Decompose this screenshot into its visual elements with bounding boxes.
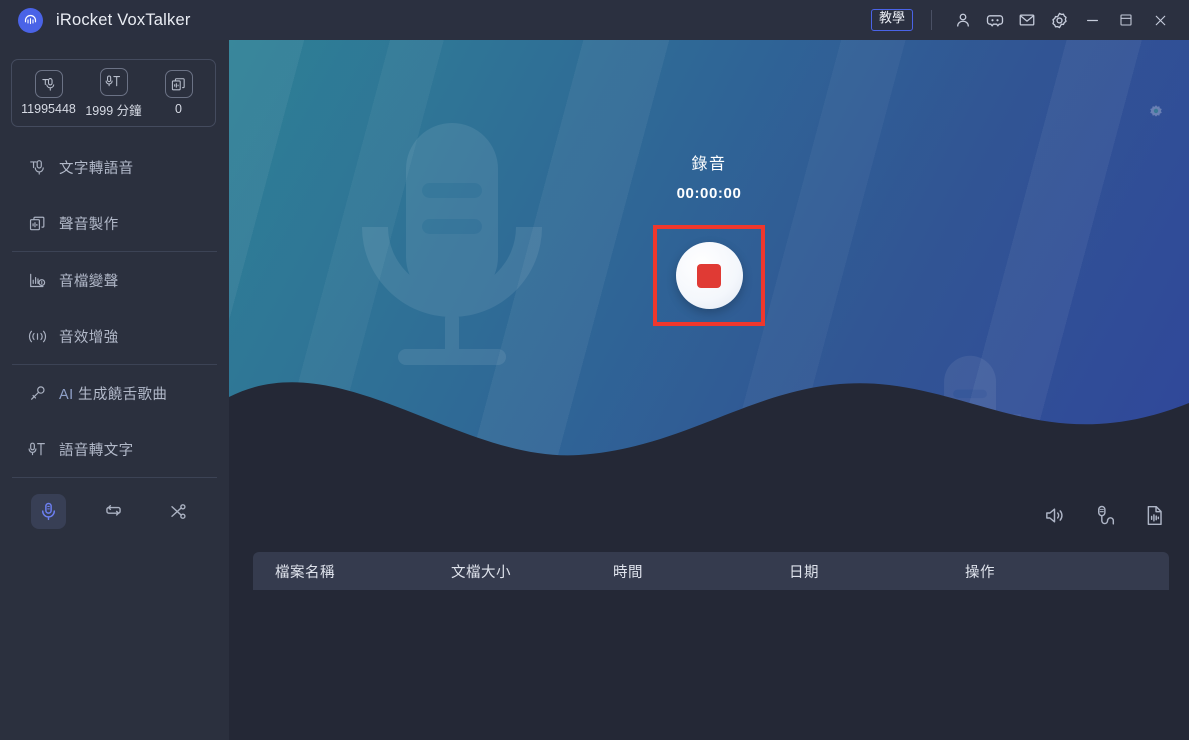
ai-badge-label: AI (59, 386, 74, 403)
gear-icon[interactable] (1043, 4, 1075, 36)
app-logo (17, 7, 43, 33)
audio-enhance-icon (27, 326, 47, 346)
record-stop-button[interactable] (675, 242, 743, 309)
sidebar-item-audio-enhance[interactable]: 音效增強 (0, 308, 229, 364)
recording-hero: 錄音 00:00:00 (229, 40, 1189, 465)
speech-to-text-icon (27, 439, 47, 459)
ai-rap-icon (27, 383, 47, 403)
title-bar: iRocket VoxTalker 教學 (0, 0, 1189, 40)
sidebar-item-label: 語音轉文字 (59, 442, 134, 459)
discord-icon[interactable] (979, 4, 1011, 36)
sidebar-menu: 文字轉語音 聲音製作 音檔變聲 音效增強 AI 生成饒舌歌曲 語音轉文字 (0, 139, 229, 478)
loop-repeat-icon[interactable] (96, 494, 131, 529)
column-header-actions: 操作 (965, 564, 995, 581)
record-panel: 錄音 00:00:00 (229, 40, 1189, 465)
title-bar-divider (931, 10, 932, 30)
sidebar: 11995448 1999 分鐘 0 文字轉語音 聲音製作 音檔變聲 音效增強 … (0, 40, 229, 740)
sidebar-item-label: 音效增強 (59, 329, 119, 346)
sidebar-item-label: AI 生成饒舌歌曲 (59, 383, 167, 404)
credit-value: 11995448 (21, 102, 76, 116)
title-bar-actions: 教學 (870, 3, 1189, 37)
list-tool-bar (1041, 502, 1167, 528)
microphone-input-icon[interactable] (1091, 502, 1117, 528)
table-header-row: 檔案名稱 文檔大小 時間 日期 操作 (253, 552, 1169, 590)
sidebar-item-audio-voice-changer[interactable]: 音檔變聲 (0, 252, 229, 308)
speech-to-text-credit-icon (99, 67, 128, 96)
sidebar-item-speech-to-text[interactable]: 語音轉文字 (0, 421, 229, 477)
record-button-highlight (653, 225, 765, 326)
application-window: iRocket VoxTalker 教學 11995448 1999 分鐘 0 … (0, 0, 1189, 740)
table-body (253, 590, 1169, 630)
speaker-volume-icon[interactable] (1041, 502, 1067, 528)
record-title: 錄音 (691, 156, 727, 173)
tutorial-button[interactable]: 教學 (870, 9, 913, 31)
mail-icon[interactable] (1011, 4, 1043, 36)
sidebar-item-label: 文字轉語音 (59, 160, 134, 177)
app-title: iRocket VoxTalker (56, 10, 191, 29)
sidebar-tool-bar (0, 478, 229, 529)
column-header-filesize[interactable]: 文檔大小 (451, 561, 613, 582)
column-header-filename[interactable]: 檔案名稱 (275, 561, 451, 582)
credit-voice-clone[interactable]: 0 (146, 70, 211, 116)
window-body: 11995448 1999 分鐘 0 文字轉語音 聲音製作 音檔變聲 音效增強 … (0, 40, 1189, 740)
column-header-date[interactable]: 日期 (789, 561, 965, 582)
stop-square-icon (697, 263, 721, 288)
record-timer: 00:00:00 (676, 185, 742, 202)
credit-value: 1999 分鐘 (85, 103, 142, 118)
credit-speech-to-text[interactable]: 1999 分鐘 (81, 67, 146, 119)
sidebar-item-text-to-speech[interactable]: 文字轉語音 (0, 139, 229, 195)
microphone-record-icon[interactable] (31, 494, 66, 529)
sidebar-item-voice-studio[interactable]: 聲音製作 (0, 195, 229, 251)
voice-studio-icon (27, 213, 47, 233)
sidebar-item-label: 音檔變聲 (59, 273, 119, 290)
maximize-icon[interactable] (1109, 3, 1143, 37)
voice-clone-credit-icon (164, 70, 193, 98)
text-to-speech-credit-icon (34, 70, 63, 98)
main-content: 錄音 00:00:00 檔案名稱 文檔大小 時間 日期 操作 (229, 40, 1189, 740)
credit-value: 0 (175, 102, 182, 116)
text-to-speech-icon (27, 157, 47, 177)
credit-text-to-speech[interactable]: 11995448 (16, 70, 81, 116)
close-icon[interactable] (1143, 3, 1177, 37)
user-icon[interactable] (947, 4, 979, 36)
sidebar-item-text: 生成饒舌歌曲 (77, 386, 168, 403)
audio-voice-changer-icon (27, 270, 47, 290)
sidebar-item-label: 聲音製作 (59, 216, 119, 233)
headphone-waveform-icon (17, 7, 43, 33)
recordings-table: 檔案名稱 文檔大小 時間 日期 操作 (253, 552, 1169, 630)
minimize-icon[interactable] (1075, 3, 1109, 37)
credits-panel: 11995448 1999 分鐘 0 (11, 59, 216, 127)
scissors-cut-icon[interactable] (161, 494, 196, 529)
sidebar-item-ai-rap[interactable]: AI 生成饒舌歌曲 (0, 365, 229, 421)
audio-file-icon[interactable] (1141, 502, 1167, 528)
column-header-duration[interactable]: 時間 (613, 561, 789, 582)
